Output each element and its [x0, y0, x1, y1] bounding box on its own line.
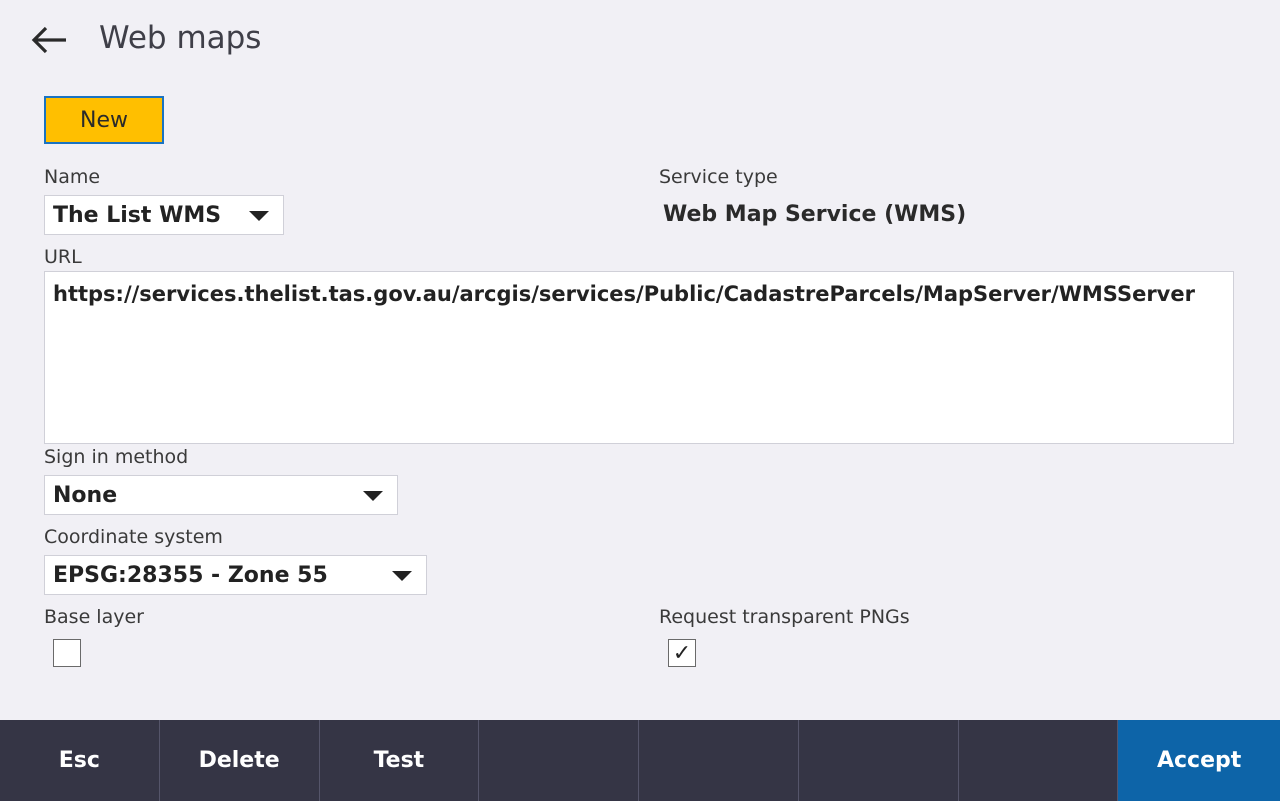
footer-bar: Esc Delete Test Accept	[0, 720, 1280, 801]
new-button[interactable]: New	[44, 96, 164, 144]
service-type-value: Web Map Service (WMS)	[663, 202, 967, 227]
sign-in-method-dropdown[interactable]: None	[44, 475, 398, 515]
coordinate-system-label: Coordinate system	[44, 526, 223, 548]
transparent-png-label: Request transparent PNGs	[659, 606, 910, 628]
empty-softkey	[639, 720, 799, 801]
back-arrow-icon	[31, 26, 66, 54]
base-layer-label: Base layer	[44, 606, 144, 628]
back-button[interactable]	[28, 22, 70, 58]
sign-in-method-value: None	[53, 482, 118, 508]
coordinate-system-dropdown[interactable]: EPSG:28355 - Zone 55	[44, 555, 427, 595]
accept-button[interactable]: Accept	[1118, 720, 1280, 801]
coordinate-system-value: EPSG:28355 - Zone 55	[53, 562, 328, 588]
base-layer-checkbox[interactable]	[53, 639, 81, 667]
chevron-down-icon	[249, 211, 269, 221]
esc-button[interactable]: Esc	[0, 720, 160, 801]
chevron-down-icon	[392, 571, 412, 581]
page-title: Web maps	[99, 20, 262, 56]
empty-softkey	[799, 720, 959, 801]
header: Web maps	[0, 0, 1280, 84]
empty-softkey	[959, 720, 1119, 801]
url-label: URL	[44, 246, 82, 268]
transparent-png-checkbox[interactable]: ✓	[668, 639, 696, 667]
name-dropdown[interactable]: The List WMS	[44, 195, 284, 235]
empty-softkey	[479, 720, 639, 801]
web-maps-page: Web maps New Name The List WMS Service t…	[0, 0, 1280, 801]
checkmark-icon: ✓	[672, 640, 692, 666]
service-type-label: Service type	[659, 166, 778, 188]
test-button[interactable]: Test	[320, 720, 480, 801]
sign-in-method-label: Sign in method	[44, 446, 189, 468]
chevron-down-icon	[363, 491, 383, 501]
url-input[interactable]: https://services.thelist.tas.gov.au/arcg…	[44, 271, 1234, 444]
name-dropdown-value: The List WMS	[53, 202, 222, 228]
name-label: Name	[44, 166, 101, 188]
delete-button[interactable]: Delete	[160, 720, 320, 801]
